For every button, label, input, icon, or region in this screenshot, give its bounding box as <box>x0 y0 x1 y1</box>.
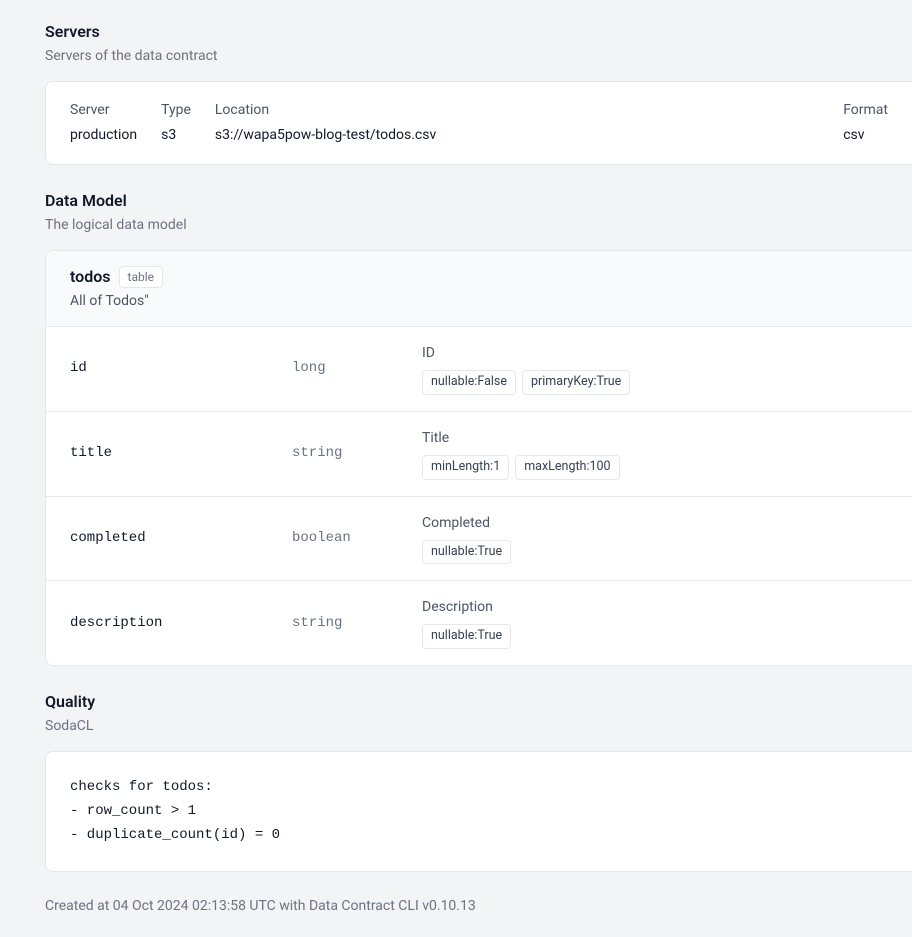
model-name: todos <box>70 265 111 289</box>
field-tags: nullable:FalseprimaryKey:True <box>422 370 888 395</box>
type-header: Type <box>161 100 191 121</box>
servers-card: Server production Type s3 Location s3://… <box>45 81 912 165</box>
field-detail: Description nullable:True <box>422 597 888 649</box>
server-value: production <box>70 125 137 146</box>
format-value: csv <box>843 125 888 146</box>
server-header: Server <box>70 100 137 121</box>
model-card: todos table All of Todos" idlongID nullab… <box>45 250 912 666</box>
quality-title: Quality <box>45 690 912 714</box>
field-detail: ID nullable:FalseprimaryKey:True <box>422 343 888 395</box>
field-tag: nullable:False <box>422 370 516 395</box>
field-name: title <box>70 443 292 464</box>
servers-subtitle: Servers of the data contract <box>45 46 912 67</box>
field-type: boolean <box>292 528 422 549</box>
field-tags: minLength:1maxLength:100 <box>422 455 888 480</box>
model-header: todos table All of Todos" <box>46 251 912 327</box>
field-row: idlongID nullable:FalseprimaryKey:True <box>46 327 912 412</box>
field-type: long <box>292 358 422 379</box>
type-value: s3 <box>161 125 191 146</box>
quality-card: checks for todos: - row_count > 1 - dupl… <box>45 751 912 872</box>
field-name: id <box>70 358 292 379</box>
field-detail: Completed nullable:True <box>422 513 888 565</box>
field-label: Completed <box>422 513 888 534</box>
model-description: All of Todos" <box>70 291 888 312</box>
field-tag: nullable:True <box>422 540 511 565</box>
field-type: string <box>292 613 422 634</box>
field-tag: nullable:True <box>422 624 511 649</box>
field-detail: Title minLength:1maxLength:100 <box>422 428 888 480</box>
quality-code: checks for todos: - row_count > 1 - dupl… <box>70 776 888 847</box>
field-row: titlestringTitle minLength:1maxLength:100 <box>46 412 912 497</box>
servers-title: Servers <box>45 20 912 44</box>
format-header: Format <box>843 100 888 121</box>
quality-subtitle: SodaCL <box>45 716 912 737</box>
field-tag: maxLength:100 <box>515 455 619 480</box>
datamodel-title: Data Model <box>45 189 912 213</box>
field-tags: nullable:True <box>422 624 888 649</box>
location-header: Location <box>215 100 819 121</box>
field-tags: nullable:True <box>422 540 888 565</box>
field-tag: primaryKey:True <box>522 370 630 395</box>
field-row: descriptionstringDescription nullable:Tru… <box>46 581 912 665</box>
field-row: completedbooleanCompleted nullable:True <box>46 497 912 582</box>
model-type-badge: table <box>119 266 163 288</box>
field-label: Description <box>422 597 888 618</box>
field-type: string <box>292 443 422 464</box>
location-value: s3://wapa5pow-blog-test/todos.csv <box>215 125 819 146</box>
footer-text: Created at 04 Oct 2024 02:13:58 UTC with… <box>45 896 912 917</box>
field-label: ID <box>422 343 888 364</box>
field-label: Title <box>422 428 888 449</box>
field-tag: minLength:1 <box>422 455 509 480</box>
field-name: description <box>70 613 292 634</box>
field-name: completed <box>70 528 292 549</box>
datamodel-subtitle: The logical data model <box>45 215 912 236</box>
